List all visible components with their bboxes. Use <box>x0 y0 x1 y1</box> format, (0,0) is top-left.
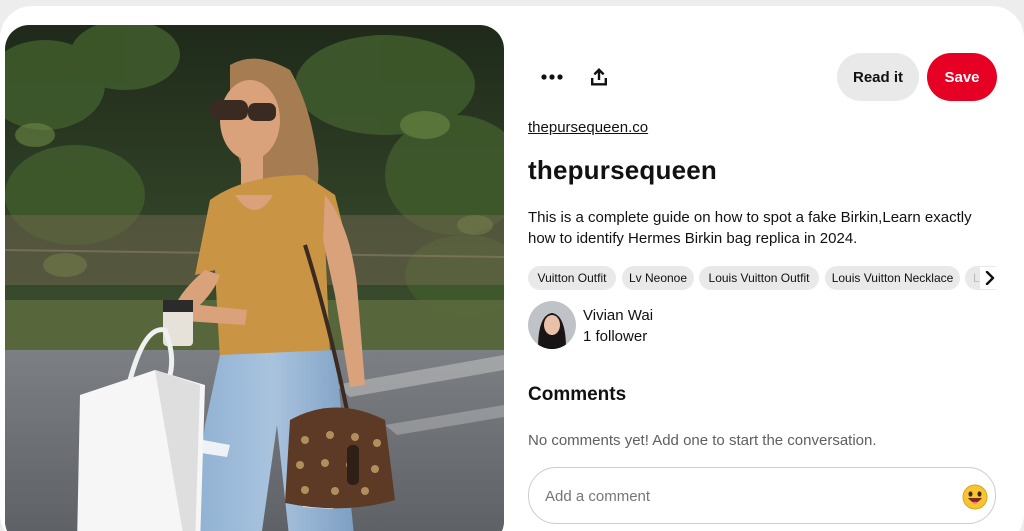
read-it-button[interactable]: Read it <box>837 53 919 101</box>
more-horizontal-icon <box>541 74 563 80</box>
tag-chip[interactable]: Vuitton Outfit <box>528 266 616 290</box>
tag-chip[interactable]: Louis Vuitton Necklace <box>825 266 960 290</box>
comment-input[interactable] <box>545 481 945 511</box>
author-follower-count: 1 follower <box>583 328 648 345</box>
avatar[interactable] <box>528 301 576 349</box>
share-button[interactable] <box>575 53 623 101</box>
avatar-image <box>528 301 576 349</box>
comments-heading: Comments <box>528 384 627 405</box>
pin-description: This is a complete guide on how to spot … <box>528 209 972 247</box>
author-info: Vivian Wai 1 follower <box>528 301 828 349</box>
tag-chip[interactable]: Louis Vuitton Outfit <box>699 266 819 290</box>
share-upload-icon <box>591 68 607 86</box>
tags-next-button[interactable] <box>980 267 1000 289</box>
author-name[interactable]: Vivian Wai <box>583 307 653 324</box>
pin-title: thepursequeen <box>528 155 717 185</box>
save-button[interactable]: Save <box>927 53 997 101</box>
comment-box <box>528 467 996 524</box>
source-link[interactable]: thepursequeen.co <box>528 119 648 136</box>
emoji-button[interactable] <box>962 484 988 510</box>
more-options-button[interactable] <box>528 53 576 101</box>
tag-chip[interactable]: Lv Neonoe <box>622 266 694 290</box>
emoji-picker-icon <box>962 484 988 510</box>
tag-list: Vuitton Outfit Lv Neonoe Louis Vuitton O… <box>528 266 998 290</box>
pin-photo <box>5 25 504 531</box>
no-comments-text: No comments yet! Add one to start the co… <box>528 432 877 449</box>
pin-image[interactable] <box>5 25 504 531</box>
chevron-right-icon <box>985 271 995 285</box>
pin-action-bar: Read it Save <box>528 53 998 101</box>
